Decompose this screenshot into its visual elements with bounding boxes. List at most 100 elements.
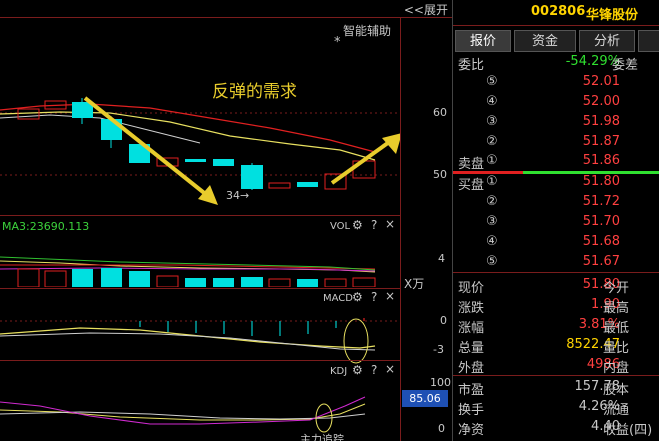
buy-level: ① <box>486 174 498 189</box>
quote-row: 涨幅 3.81% 最低 <box>453 315 659 336</box>
candle <box>213 159 234 166</box>
vol-bar <box>297 279 318 287</box>
buy-price: 51.70 <box>582 214 620 229</box>
sell-level: ① <box>486 153 498 168</box>
buy-level: ③ <box>486 214 498 229</box>
kline-chart-panel[interactable]: <<展开 智能辅助 * 反弹的需求 34→ 60 50 MA3:23690.11… <box>0 0 452 441</box>
buy-level: ② <box>486 194 498 209</box>
buy-row: ⑤ 51.67 <box>453 252 659 272</box>
candle <box>268 182 291 189</box>
vol-bar <box>156 275 179 287</box>
weibi-label: 委比 <box>458 58 485 73</box>
tab-quote[interactable]: 报价 <box>455 30 511 52</box>
panel-divider <box>0 215 400 216</box>
quote-row: 现价 51.80 今开 <box>453 275 659 296</box>
sell-row: ④ 52.00 <box>453 92 659 112</box>
vol-settings-icon[interactable]: ⚙ <box>352 218 363 232</box>
sell-price: 51.98 <box>582 114 620 129</box>
price-axis-label: 50 <box>433 168 447 181</box>
quote-label2: 股本 <box>603 383 630 398</box>
vol-close-icon[interactable]: × <box>385 217 395 231</box>
sell-level: ⑤ <box>486 74 498 89</box>
main-force-title: 主力追踪 <box>300 433 344 441</box>
quote-divider <box>453 272 659 273</box>
quote-row: 总量 8522.47 量比 <box>453 335 659 356</box>
macd-lines <box>0 318 400 364</box>
quote-label2: 最低 <box>603 321 630 336</box>
buy-row: 买盘 ① 51.80 <box>453 172 659 193</box>
sell-row: ⑤ 52.01 <box>453 72 659 92</box>
quote-label: 涨幅 <box>458 321 485 336</box>
sell-price: 51.86 <box>582 153 620 168</box>
weibi-row: 委比 -54.29% 委差 <box>453 52 659 73</box>
candle <box>297 182 318 187</box>
candle <box>17 108 40 120</box>
stock-header: 002806 华锋股份 <box>453 0 659 26</box>
vol-bar <box>17 268 40 287</box>
macd-axis-label: -3 <box>433 343 444 356</box>
tab-funds[interactable]: 资金 <box>514 30 576 52</box>
vol-help-icon[interactable]: ? <box>371 218 377 232</box>
quote-label2: 收益(四) <box>603 423 653 438</box>
sell-level: ④ <box>486 94 498 109</box>
chart-toolbar: <<展开 <box>0 0 452 18</box>
buy-label: 买盘 <box>458 178 485 193</box>
tab-more[interactable] <box>638 30 659 52</box>
quote-label: 净资 <box>458 423 485 438</box>
vol-bar <box>268 278 291 287</box>
panel-divider <box>0 288 400 289</box>
kdj-axis-label: 0 <box>438 422 445 435</box>
low-price-marker: 34→ <box>226 189 250 202</box>
stock-name: 华锋股份 <box>586 8 639 23</box>
candle <box>241 165 263 189</box>
vol-bar <box>101 268 122 287</box>
buy-level: ⑤ <box>486 254 498 269</box>
kdj-axis-label: 100 <box>430 376 451 389</box>
vol-bar <box>72 269 93 287</box>
vol-title: VOL <box>330 221 351 232</box>
sell-label: 卖盘 <box>458 157 485 172</box>
vol-bar <box>129 271 150 287</box>
quote-label2: 量比 <box>603 341 630 356</box>
vol-bar <box>185 278 206 287</box>
kdj-value-box: 85.06 <box>402 390 448 407</box>
buy-row: ② 51.72 <box>453 192 659 212</box>
vol-axis-label: 4 <box>438 252 445 265</box>
buy-price: 51.68 <box>582 234 620 249</box>
buy-row: ③ 51.70 <box>453 212 659 232</box>
weicha-label: 委差 <box>612 58 639 73</box>
quote-panel: 002806 华锋股份 报价 资金 分析 委比 -54.29% 委差 ⑤ 52.… <box>452 0 659 441</box>
quote-label2: 流通 <box>603 403 630 418</box>
ma-red-line <box>0 103 376 153</box>
buy-level: ④ <box>486 234 498 249</box>
buy-row: ④ 51.68 <box>453 232 659 252</box>
buy-price: 51.72 <box>582 194 620 209</box>
volume-bars <box>0 256 376 287</box>
sell-level: ③ <box>486 114 498 129</box>
quote-label: 涨跌 <box>458 301 485 316</box>
sell-row: ② 51.87 <box>453 132 659 152</box>
sell-price: 51.87 <box>582 134 620 149</box>
price-axis-label: 60 <box>433 106 447 119</box>
quote-label: 现价 <box>458 281 485 296</box>
buy-price: 51.67 <box>582 254 620 269</box>
quote-label: 总量 <box>458 341 485 356</box>
macd-axis-label: 0 <box>440 314 447 327</box>
expand-button[interactable]: <<展开 <box>404 1 448 18</box>
quote-tabs: 报价 资金 分析 <box>453 30 659 52</box>
quote-label2: 今开 <box>603 281 630 296</box>
quote-label: 外盘 <box>458 361 485 376</box>
kdj-lines <box>0 396 366 433</box>
candle <box>185 159 206 162</box>
quote-label2: 内盘 <box>603 361 630 376</box>
macd-highlight-circle <box>343 318 369 364</box>
tab-analysis[interactable]: 分析 <box>579 30 635 52</box>
sell-level: ② <box>486 134 498 149</box>
vol-bar <box>324 278 347 287</box>
down-arrow <box>83 96 218 205</box>
quote-row: 涨跌 1.90 最高 <box>453 295 659 316</box>
sell-row: 卖盘 ① 51.86 <box>453 151 659 172</box>
stock-code: 002806 <box>531 4 586 19</box>
vol-unit-label: X万 <box>404 277 425 291</box>
ma-yellow-line <box>0 111 376 161</box>
